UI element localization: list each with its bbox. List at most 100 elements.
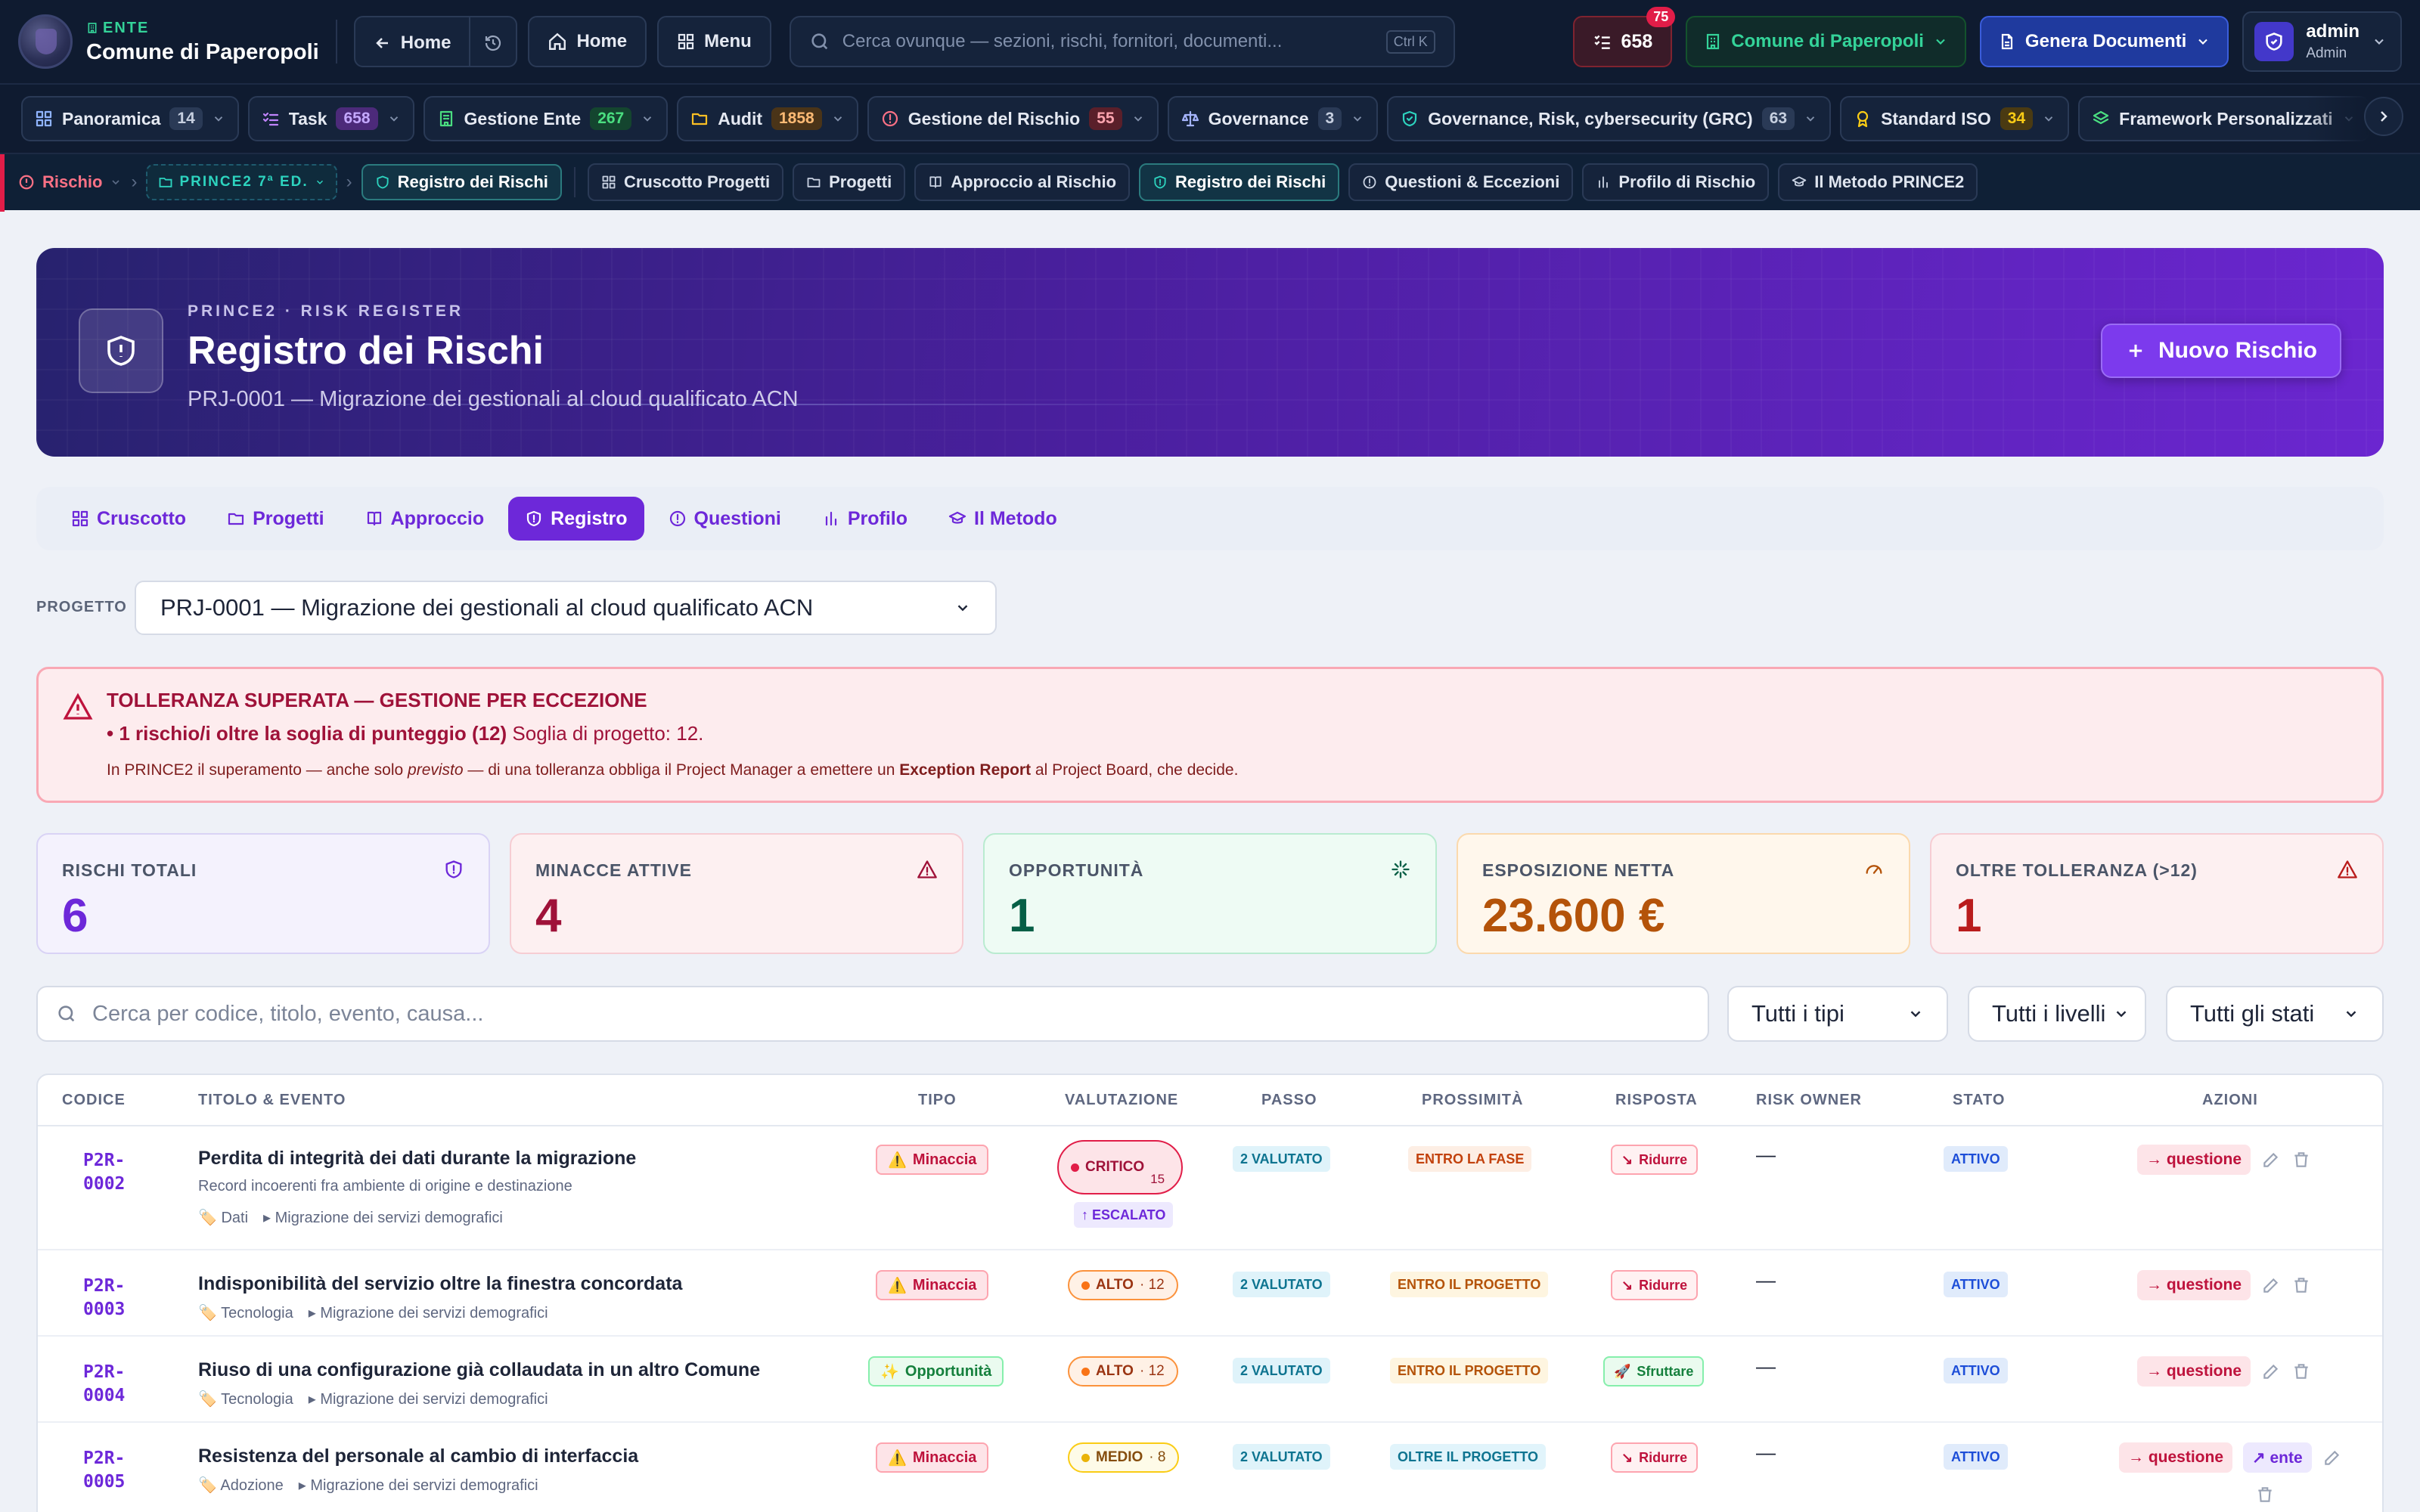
column-header-rating[interactable]: VALUTAZIONE — [1065, 1092, 1178, 1109]
tasks-button[interactable]: 658 75 — [1572, 7, 1676, 67]
module-1[interactable]: Task 658 — [247, 96, 414, 141]
search-icon — [56, 1003, 77, 1024]
divider — [335, 20, 337, 64]
subnav-item-2[interactable]: Approccio al Rischio — [914, 163, 1131, 201]
project-select[interactable]: PRJ-0001 — Migrazione dei gestionali al … — [135, 581, 997, 635]
to-issue-button[interactable]: → questione — [2137, 1270, 2251, 1300]
table-row[interactable]: P2R- 0004 Riuso di una configurazione già … — [38, 1337, 2382, 1423]
subnav-item-6[interactable]: Il Metodo PRINCE2 — [1778, 163, 1978, 201]
edit-icon[interactable] — [2261, 1150, 2281, 1170]
risk-category: 🏷️ Adozione — [198, 1477, 284, 1494]
risk-search-input[interactable]: Cerca per codice, titolo, evento, causa.… — [36, 986, 1709, 1042]
module-5[interactable]: Governance 3 — [1167, 96, 1379, 141]
column-header-step[interactable]: PASSO — [1261, 1092, 1317, 1109]
subnav-item-0[interactable]: Cruscotto Progetti — [587, 163, 784, 201]
breadcrumb-prince2[interactable]: PRINCE2 7ª ED. — [146, 164, 337, 200]
subnav-item-4[interactable]: Questioni & Eccezioni — [1348, 163, 1574, 201]
history-button[interactable] — [470, 17, 516, 66]
subnav-item-1[interactable]: Progetti — [793, 163, 906, 201]
table-row[interactable]: P2R- 0003 Indisponibilità del servizio olt… — [38, 1250, 2382, 1337]
alert-note: In PRINCE2 il superamento — anche solo p… — [107, 761, 1238, 779]
risk-title[interactable]: Resistenza del personale al cambio di in… — [198, 1445, 638, 1467]
edit-icon[interactable] — [2261, 1362, 2281, 1381]
to-issue-button[interactable]: → questione — [2137, 1356, 2251, 1387]
column-header-owner[interactable]: RISK OWNER — [1756, 1092, 1862, 1109]
risk-title[interactable]: Perdita di integrità dei dati durante la… — [198, 1148, 636, 1170]
checklist-icon — [262, 110, 280, 128]
org-brand[interactable]: ENTE Comune di Paperopoli — [86, 20, 319, 64]
delete-icon[interactable] — [2255, 1485, 2275, 1504]
risk-code[interactable]: P2R- 0005 — [83, 1447, 125, 1494]
risk-tags: 🏷️ Dati ▸ Migrazione dei servizi demograf… — [198, 1208, 503, 1227]
tab-1[interactable]: Progetti — [210, 497, 340, 541]
edit-icon[interactable] — [2261, 1275, 2281, 1295]
tab-6[interactable]: Il Metodo — [932, 497, 1074, 541]
section-tabs: Cruscotto Progetti Approccio Registro Questi… — [36, 487, 2384, 550]
table-row[interactable]: P2R- 0002 Perdita di integrità dei dati du… — [38, 1125, 2382, 1250]
alert-bullet-rest: Soglia di progetto: 12. — [512, 722, 704, 745]
global-search-input[interactable]: Cerca ovunque — sezioni, rischi, fornito… — [789, 16, 1455, 67]
tab-0[interactable]: Cruscotto — [54, 497, 203, 541]
column-header-response[interactable]: RISPOSTA — [1615, 1092, 1698, 1109]
to-issue-button[interactable]: → questione — [2137, 1145, 2251, 1175]
column-header-proximity[interactable]: PROSSIMITÀ — [1422, 1092, 1523, 1109]
menu-button[interactable]: Menu — [657, 16, 771, 67]
breadcrumb-current[interactable]: Registro dei Rischi — [361, 164, 562, 200]
type-filter-select[interactable]: Tutti i tipi — [1727, 986, 1948, 1042]
home-icon — [548, 32, 567, 51]
home-button[interactable]: Home — [528, 16, 647, 67]
risk-category-label: Tecnologia — [221, 1391, 293, 1408]
level-filter-select[interactable]: Tutti i livelli — [1968, 986, 2146, 1042]
org-logo[interactable] — [18, 14, 73, 69]
row-actions: → questione — [2137, 1356, 2311, 1387]
to-issue-button[interactable]: → questione — [2119, 1442, 2233, 1473]
subnav-item-3[interactable]: Registro dei Rischi — [1139, 163, 1340, 201]
module-3[interactable]: Audit 1858 — [677, 96, 858, 141]
subnav-item-label: Cruscotto Progetti — [623, 172, 771, 191]
module-scroll-right-button[interactable] — [2364, 97, 2403, 136]
status-filter-select[interactable]: Tutti gli stati — [2166, 986, 2384, 1042]
risk-type-badge: ⚠️ Minaccia — [876, 1145, 989, 1175]
module-0[interactable]: Panoramica 14 — [21, 96, 239, 141]
subnav-item-5[interactable]: Profilo di Rischio — [1582, 163, 1770, 201]
tab-3[interactable]: Registro — [508, 497, 644, 541]
column-header-title[interactable]: TITOLO & EVENTO — [198, 1092, 346, 1109]
column-header-type[interactable]: TIPO — [918, 1092, 957, 1109]
risk-code[interactable]: P2R- 0002 — [83, 1149, 125, 1196]
risk-status-badge: ATTIVO — [1944, 1358, 2008, 1383]
delete-icon[interactable] — [2291, 1150, 2311, 1170]
tab-4[interactable]: Questioni — [652, 497, 798, 541]
tab-2[interactable]: Approccio — [349, 497, 501, 541]
breadcrumb-risk[interactable]: Rischio — [18, 172, 122, 192]
delete-icon[interactable] — [2291, 1275, 2311, 1295]
risk-code[interactable]: P2R- 0004 — [83, 1361, 125, 1408]
column-header-status[interactable]: STATO — [1953, 1092, 2005, 1109]
user-menu[interactable]: admin Admin — [2242, 11, 2402, 72]
document-icon — [1998, 33, 2016, 51]
to-ente-button[interactable]: ↗ ente — [2243, 1442, 2312, 1473]
module-7[interactable]: Standard ISO 34 — [1840, 96, 2070, 141]
generate-documents-button[interactable]: Genera Documenti — [1979, 16, 2229, 67]
risk-code[interactable]: P2R- 0003 — [83, 1275, 125, 1321]
layers-icon — [2092, 110, 2110, 128]
risk-proximity-badge: ENTRO LA FASE — [1408, 1146, 1532, 1172]
module-6[interactable]: Governance, Risk, cybersecurity (GRC) 63 — [1387, 96, 1832, 141]
edit-icon[interactable] — [2322, 1448, 2342, 1467]
new-risk-button[interactable]: Nuovo Rischio — [2100, 324, 2341, 378]
delete-icon[interactable] — [2291, 1362, 2311, 1381]
shield-icon — [1153, 175, 1168, 190]
risk-title[interactable]: Indisponibilità del servizio oltre la fi… — [198, 1273, 682, 1295]
ente-selector[interactable]: Comune di Paperopoli — [1686, 16, 1966, 67]
project-select-value: PRJ-0001 — Migrazione dei gestionali al … — [160, 594, 814, 621]
module-2[interactable]: Gestione Ente 267 — [423, 96, 669, 141]
risk-category: 🏷️ Dati — [198, 1210, 249, 1226]
tab-5[interactable]: Profilo — [805, 497, 924, 541]
risk-category-label: Dati — [221, 1210, 249, 1226]
risk-type-badge: ✨ Opportunità — [868, 1356, 1004, 1387]
module-4[interactable]: Gestione del Rischio 55 — [867, 96, 1159, 141]
table-row[interactable]: P2R- 0005 Resistenza del personale al camb… — [38, 1423, 2382, 1512]
risk-title[interactable]: Riuso di una configurazione già collauda… — [198, 1359, 760, 1381]
risk-proximity-badge: ENTRO IL PROGETTO — [1390, 1272, 1549, 1297]
back-home-button[interactable]: Home — [355, 17, 470, 66]
column-header-code[interactable]: CODICE — [62, 1092, 126, 1109]
